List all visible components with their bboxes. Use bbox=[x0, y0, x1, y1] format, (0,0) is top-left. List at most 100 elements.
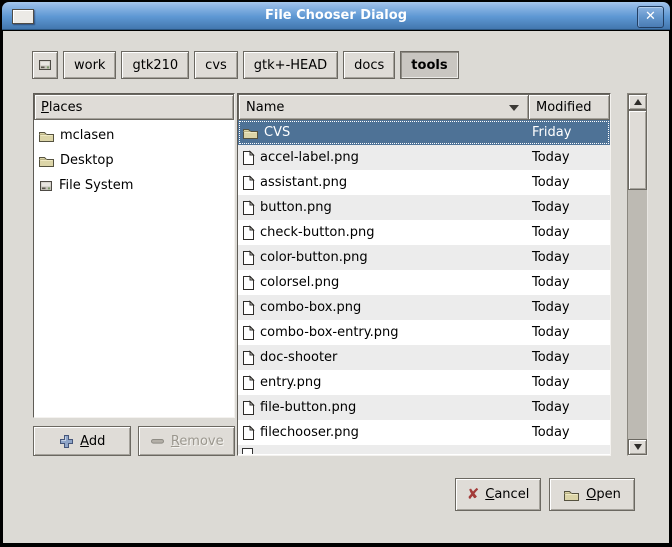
file-row[interactable]: doc-shooter Today bbox=[238, 345, 610, 370]
scroll-up-icon bbox=[634, 99, 642, 105]
dialog-body: work gtk210 cvs gtk+-HEAD docs tools Pla… bbox=[3, 31, 669, 543]
place-label: Desktop bbox=[60, 153, 114, 168]
path-button-docs[interactable]: docs bbox=[343, 51, 395, 79]
file-icon bbox=[242, 425, 255, 441]
file-modified-cell: Today bbox=[532, 250, 610, 265]
path-button-gtk210[interactable]: gtk210 bbox=[121, 51, 189, 79]
file-name-cell: assistant.png bbox=[260, 175, 532, 190]
partial-file-row bbox=[238, 445, 610, 454]
open-button[interactable]: Open bbox=[549, 478, 635, 511]
file-icon bbox=[242, 325, 255, 341]
places-list-item-mclasen[interactable]: mclasen bbox=[34, 123, 234, 148]
scroll-up-button[interactable] bbox=[628, 94, 647, 110]
place-label: File System bbox=[59, 178, 133, 193]
remove-minus-icon bbox=[150, 437, 165, 446]
file-modified-cell: Today bbox=[532, 275, 610, 290]
add-button-label: Add bbox=[80, 434, 105, 449]
file-row[interactable]: check-button.png Today bbox=[238, 220, 610, 245]
clipped-file-icon bbox=[242, 448, 253, 454]
file-modified-cell: Today bbox=[532, 175, 610, 190]
places-pane: Places mclasen Desktop File System bbox=[33, 93, 235, 418]
sort-descending-icon bbox=[509, 105, 519, 111]
places-header-label: Places bbox=[41, 100, 82, 115]
add-button[interactable]: Add bbox=[33, 426, 131, 456]
file-row[interactable]: CVS Friday bbox=[238, 120, 610, 145]
file-modified-cell: Friday bbox=[532, 125, 610, 140]
file-name-cell: colorsel.png bbox=[260, 275, 532, 290]
remove-button[interactable]: Remove bbox=[138, 426, 235, 456]
file-icon bbox=[242, 175, 255, 191]
file-icon bbox=[242, 400, 255, 416]
add-plus-icon bbox=[59, 434, 74, 449]
places-column-header[interactable]: Places bbox=[34, 94, 234, 120]
titlebar[interactable]: File Chooser Dialog ✕ bbox=[2, 2, 670, 30]
file-list-header: Name Modified bbox=[238, 94, 610, 120]
file-name-cell: combo-box.png bbox=[260, 300, 532, 315]
file-modified-cell: Today bbox=[532, 425, 610, 440]
file-name-cell: doc-shooter bbox=[260, 350, 532, 365]
file-name-cell: filechooser.png bbox=[260, 425, 532, 440]
open-button-label: Open bbox=[586, 487, 621, 502]
path-button-work[interactable]: work bbox=[63, 51, 116, 79]
file-icon bbox=[242, 350, 255, 366]
name-header-label: Name bbox=[246, 100, 284, 115]
file-modified-cell: Today bbox=[532, 300, 610, 315]
file-icon bbox=[242, 225, 255, 241]
path-button-label: tools bbox=[411, 58, 447, 73]
file-name-cell: check-button.png bbox=[260, 225, 532, 240]
file-row[interactable]: entry.png Today bbox=[238, 370, 610, 395]
places-list: mclasen Desktop File System bbox=[34, 120, 234, 417]
file-chooser-dialog-window: File Chooser Dialog ✕ work gtk210 cvs gt… bbox=[0, 0, 672, 547]
path-button-label: work bbox=[74, 58, 105, 73]
places-list-item-desktop[interactable]: Desktop bbox=[34, 148, 234, 173]
file-row[interactable]: file-button.png Today bbox=[238, 395, 610, 420]
file-row[interactable]: filechooser.png Today bbox=[238, 420, 610, 445]
file-modified-cell: Today bbox=[532, 200, 610, 215]
file-icon bbox=[242, 250, 255, 266]
path-button-label: cvs bbox=[205, 58, 227, 73]
path-button-gtk+-HEAD[interactable]: gtk+-HEAD bbox=[243, 51, 338, 79]
scrollbar-thumb[interactable] bbox=[628, 110, 647, 190]
modified-header-label: Modified bbox=[536, 100, 591, 115]
path-button-label: gtk210 bbox=[132, 58, 178, 73]
file-icon bbox=[242, 150, 255, 166]
file-modified-cell: Today bbox=[532, 225, 610, 240]
scroll-down-icon bbox=[634, 444, 642, 450]
file-modified-cell: Today bbox=[532, 350, 610, 365]
file-row[interactable]: accel-label.png Today bbox=[238, 145, 610, 170]
cancel-button-label: Cancel bbox=[485, 487, 529, 502]
cancel-button[interactable]: ✘ Cancel bbox=[455, 478, 541, 511]
folder-icon bbox=[38, 129, 55, 143]
file-name-cell: button.png bbox=[260, 200, 532, 215]
file-row[interactable]: assistant.png Today bbox=[238, 170, 610, 195]
file-row[interactable]: color-button.png Today bbox=[238, 245, 610, 270]
places-actions: Add Remove bbox=[33, 426, 235, 456]
path-bar: work gtk210 cvs gtk+-HEAD docs tools bbox=[32, 51, 459, 79]
file-icon bbox=[242, 275, 255, 291]
file-row[interactable]: button.png Today bbox=[238, 195, 610, 220]
file-name-cell: accel-label.png bbox=[260, 150, 532, 165]
path-button-label: gtk+-HEAD bbox=[254, 58, 327, 73]
file-modified-cell: Today bbox=[532, 375, 610, 390]
modified-column-header[interactable]: Modified bbox=[528, 94, 610, 120]
path-button-cvs[interactable]: cvs bbox=[194, 51, 238, 79]
places-list-item-file-system[interactable]: File System bbox=[34, 173, 234, 198]
file-row[interactable]: colorsel.png Today bbox=[238, 270, 610, 295]
scroll-down-button[interactable] bbox=[628, 439, 647, 455]
place-label: mclasen bbox=[60, 128, 114, 143]
path-button-harddrive[interactable] bbox=[32, 51, 58, 79]
vertical-scrollbar[interactable] bbox=[627, 93, 648, 456]
name-column-header[interactable]: Name bbox=[238, 94, 529, 120]
file-row[interactable]: combo-box.png Today bbox=[238, 295, 610, 320]
dialog-actions: ✘ Cancel Open bbox=[455, 478, 635, 511]
file-icon bbox=[242, 375, 255, 391]
file-row[interactable]: combo-box-entry.png Today bbox=[238, 320, 610, 345]
path-button-tools[interactable]: tools bbox=[400, 51, 458, 79]
close-button[interactable]: ✕ bbox=[637, 6, 664, 28]
folder-icon bbox=[38, 154, 55, 168]
cancel-x-icon: ✘ bbox=[467, 487, 480, 502]
harddrive-icon bbox=[38, 178, 54, 194]
file-name-cell: CVS bbox=[264, 125, 532, 140]
folder-icon bbox=[242, 126, 259, 140]
file-name-cell: file-button.png bbox=[260, 400, 532, 415]
